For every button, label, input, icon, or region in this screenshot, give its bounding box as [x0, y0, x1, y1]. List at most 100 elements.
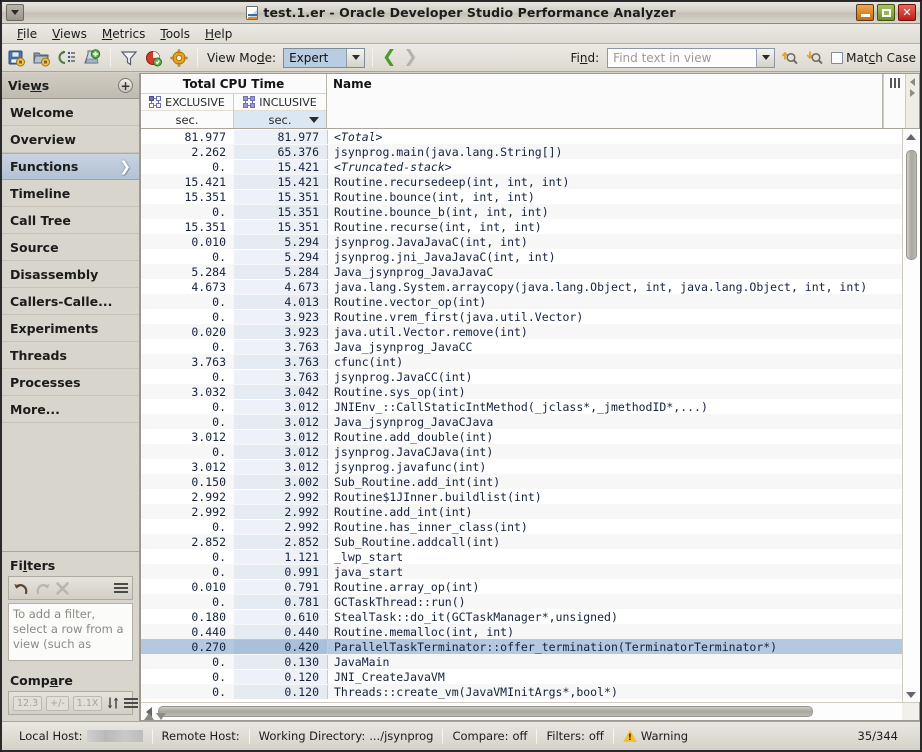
table-row[interactable]: 0.4400.440Routine.memalloc(int, int)	[141, 624, 902, 639]
match-case-checkbox[interactable]	[831, 52, 843, 64]
filter-data-icon[interactable]	[118, 47, 140, 69]
status-warning[interactable]: Warning	[614, 729, 697, 743]
table-row[interactable]: 15.35115.351Routine.recurse(int, int, in…	[141, 219, 902, 234]
table-row[interactable]: 0.0.130JavaMain	[141, 654, 902, 669]
compare-ratio-button[interactable]: 1.1X	[73, 696, 103, 711]
table-row[interactable]: 0.3.012Java_jsynprog_JavaCJava	[141, 414, 902, 429]
scroll-up-button[interactable]	[903, 129, 920, 144]
table-row[interactable]: 2.8522.852Sub_Routine.addcall(int)	[141, 534, 902, 549]
sidebar-item-processes[interactable]: Processes	[2, 369, 139, 396]
table-row[interactable]: 0.0100.791Routine.array_op(int)	[141, 579, 902, 594]
table-row[interactable]: 0.3.012JNIEnv_::CallStaticIntMethod(_jcl…	[141, 399, 902, 414]
find-previous-icon[interactable]	[778, 47, 800, 69]
minimize-button[interactable]	[856, 4, 874, 21]
add-experiment-icon[interactable]	[81, 47, 103, 69]
table-row[interactable]: 0.1800.610StealTask::do_it(GCTaskManager…	[141, 609, 902, 624]
menu-file[interactable]: FFileile	[10, 25, 44, 43]
table-row[interactable]: 0.3.763Java_jsynprog_JavaCC	[141, 339, 902, 354]
table-row[interactable]: 81.97781.977<Total>	[141, 129, 902, 144]
compare-menu-icon[interactable]	[124, 698, 138, 708]
panel-resize-handle[interactable]	[144, 713, 166, 720]
sidebar-item-functions[interactable]: Functions❯	[2, 153, 139, 180]
table-row[interactable]: 3.0323.042Routine.sys_op(int)	[141, 384, 902, 399]
table-row[interactable]: 0.4.013Routine.vector_op(int)	[141, 294, 902, 309]
vertical-scroll-track[interactable]	[903, 144, 920, 687]
match-case-toggle[interactable]: Match Case	[831, 51, 916, 65]
compare-sort-icon[interactable]	[106, 696, 120, 710]
sidebar-item-overview[interactable]: Overview	[2, 126, 139, 153]
maximize-button[interactable]	[877, 4, 895, 21]
menu-help[interactable]: Help	[198, 25, 239, 43]
scroll-down-button[interactable]	[903, 687, 920, 702]
table-row[interactable]: 2.9922.992Routine.add_int(int)	[141, 504, 902, 519]
menu-views[interactable]: Views	[45, 25, 94, 43]
sidebar-item-call-tree[interactable]: Call Tree	[2, 207, 139, 234]
navigate-back-button[interactable]: ❮	[380, 49, 398, 66]
table-row[interactable]: 15.42115.421Routine.recursedeep(int, int…	[141, 174, 902, 189]
table-row[interactable]: 0.0105.294jsynprog.JavaJavaC(int, int)	[141, 234, 902, 249]
table-row[interactable]: 0.3.763jsynprog.JavaCC(int)	[141, 369, 902, 384]
sidebar-item-more[interactable]: More...	[2, 396, 139, 423]
column-header-inclusive[interactable]: INCLUSIVE sec.	[234, 94, 326, 128]
table-row[interactable]: 4.6734.673java.lang.System.arraycopy(jav…	[141, 279, 902, 294]
settings-gear-icon[interactable]	[168, 47, 190, 69]
window-menu-button[interactable]	[6, 4, 24, 21]
horizontal-scrollbar[interactable]	[141, 702, 919, 720]
table-row[interactable]: 5.2845.284Java_jsynprog_JavaJavaC	[141, 264, 902, 279]
vertical-scroll-thumb[interactable]	[906, 150, 917, 260]
vertical-scrollbar[interactable]	[902, 129, 919, 702]
chevron-down-icon[interactable]	[346, 49, 364, 67]
menu-tools[interactable]: Tools	[153, 25, 197, 43]
find-input[interactable]	[608, 49, 756, 67]
name-column-group[interactable]: Name	[327, 74, 883, 128]
column-header-exclusive[interactable]: EXCLUSIVE sec.	[141, 94, 234, 128]
table-row[interactable]: 0.0.781GCTaskThread::run()	[141, 594, 902, 609]
table-row[interactable]: 0.15.351Routine.bounce_b(int, int, int)	[141, 204, 902, 219]
find-history-dropdown-icon[interactable]	[756, 49, 774, 67]
table-row[interactable]: 0.2.992Routine.has_inner_class(int)	[141, 519, 902, 534]
table-row[interactable]: 0.0203.923java.util.Vector.remove(int)	[141, 324, 902, 339]
table-row[interactable]: 0.15.421<Truncated-stack>	[141, 159, 902, 174]
table-row[interactable]: 0.3.012jsynprog.JavaCJava(int)	[141, 444, 902, 459]
sidebar-item-timeline[interactable]: Timeline	[2, 180, 139, 207]
compare-absolute-button[interactable]: 12.3	[13, 696, 42, 711]
find-next-icon[interactable]	[803, 47, 825, 69]
compare-experiments-icon[interactable]	[56, 47, 78, 69]
table-row[interactable]: 0.1.121_lwp_start	[141, 549, 902, 564]
save-experiment-icon[interactable]	[6, 47, 28, 69]
sidebar-item-callers-callees[interactable]: Callers-Calle...	[2, 288, 139, 315]
sidebar-item-experiments[interactable]: Experiments	[2, 315, 139, 342]
table-row[interactable]: 0.3.923Routine.vrem_first(java.util.Vect…	[141, 309, 902, 324]
navigate-forward-button[interactable]: ❯	[401, 49, 419, 66]
table-row[interactable]: 0.2700.420ParallelTaskTerminator::offer_…	[141, 639, 902, 654]
undo-filter-icon[interactable]	[13, 581, 30, 596]
table-row[interactable]: 3.7633.763cfunc(int)	[141, 354, 902, 369]
sidebar-item-threads[interactable]: Threads	[2, 342, 139, 369]
column-chooser-button[interactable]	[883, 74, 905, 128]
horizontal-scroll-thumb[interactable]	[158, 706, 813, 717]
table-row[interactable]: 15.35115.351Routine.bounce(int, int, int…	[141, 189, 902, 204]
show-timeline-icon[interactable]	[143, 47, 165, 69]
table-row[interactable]: 0.0.120Threads::create_vm(JavaVMInitArgs…	[141, 684, 902, 699]
add-view-button[interactable]: +	[118, 78, 133, 93]
table-body[interactable]: 81.97781.977<Total>2.26265.376jsynprog.m…	[141, 129, 902, 702]
horizontal-scroll-track[interactable]	[156, 703, 902, 720]
table-row[interactable]: 2.26265.376jsynprog.main(java.lang.Strin…	[141, 144, 902, 159]
menu-metrics[interactable]: Metrics	[95, 25, 153, 43]
sidebar-item-welcome[interactable]: Welcome	[2, 99, 139, 126]
scroll-right-icon[interactable]	[910, 89, 915, 97]
header-scroll-arrows[interactable]	[905, 74, 919, 128]
table-row[interactable]: 3.0123.012Routine.add_double(int)	[141, 429, 902, 444]
table-row[interactable]: 2.9922.992Routine$1JInner.buildlist(int)	[141, 489, 902, 504]
open-experiment-icon[interactable]	[31, 47, 53, 69]
find-box[interactable]	[607, 48, 775, 68]
sidebar-item-source[interactable]: Source	[2, 234, 139, 261]
filter-menu-icon[interactable]	[114, 583, 128, 593]
table-row[interactable]: 0.0.120JNI_CreateJavaVM	[141, 669, 902, 684]
compare-delta-button[interactable]: +/-	[46, 696, 69, 711]
close-button[interactable]: ✕	[898, 4, 916, 21]
table-row[interactable]: 3.0123.012jsynprog.javafunc(int)	[141, 459, 902, 474]
table-row[interactable]: 0.1503.002Sub_Routine.add_int(int)	[141, 474, 902, 489]
table-row[interactable]: 0.0.991java_start	[141, 564, 902, 579]
table-row[interactable]: 0.5.294jsynprog.jni_JavaJavaC(int, int)	[141, 249, 902, 264]
